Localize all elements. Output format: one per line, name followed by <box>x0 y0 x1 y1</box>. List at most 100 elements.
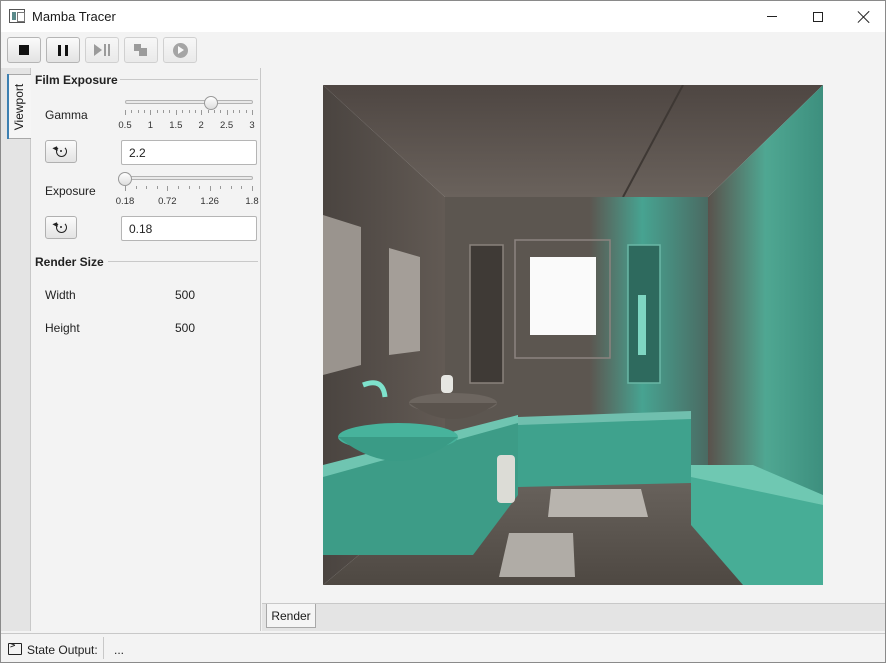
slider-major-tick <box>209 186 211 191</box>
film-exposure-divider <box>120 79 258 80</box>
slider-tick-label: 0.72 <box>158 196 177 207</box>
render-region-icon <box>134 44 148 56</box>
tab-render-label: Render <box>271 608 311 623</box>
console-icon <box>8 641 22 655</box>
slider-minor-tick <box>182 110 184 113</box>
gamma-field[interactable]: 2.2 <box>121 140 257 165</box>
slider-tick-label: 1 <box>147 120 154 131</box>
maximize-icon <box>813 11 823 22</box>
slider-minor-tick <box>230 186 232 189</box>
maximize-button[interactable] <box>795 1 841 32</box>
slider-tick-label: 1.26 <box>200 196 219 207</box>
step-play-button[interactable] <box>85 37 119 63</box>
slider-major-tick <box>201 110 203 115</box>
gamma-label: Gamma <box>45 108 88 122</box>
slider-tick-label: 2.5 <box>219 120 234 131</box>
slider-tick-label: 1.8 <box>245 196 259 207</box>
slider-tick-label: 0.5 <box>118 120 132 131</box>
slider-major-tick <box>167 186 169 191</box>
step-play-icon <box>94 44 110 56</box>
width-value: 500 <box>175 288 196 302</box>
slider-minor-tick <box>199 186 201 189</box>
rendered-image <box>323 85 823 585</box>
stop-button[interactable] <box>7 37 41 63</box>
close-button[interactable] <box>841 1 886 32</box>
play-button[interactable] <box>163 37 197 63</box>
render-size-divider <box>108 261 258 262</box>
slider-minor-tick <box>241 186 243 189</box>
bathroom-render <box>323 85 823 585</box>
slider-tick-label: 3 <box>249 120 255 131</box>
slider-minor-tick <box>144 110 146 113</box>
slider-major-tick <box>125 186 126 191</box>
tab-render[interactable]: Render <box>266 604 316 628</box>
slider-minor-tick <box>156 110 158 113</box>
slider-minor-tick <box>135 186 137 189</box>
close-icon <box>858 11 870 23</box>
exposure-slider[interactable]: 0.18 0.72 1.26 1.8 <box>116 172 259 207</box>
width-label: Width <box>45 288 76 302</box>
window-title: Mamba Tracer <box>32 9 116 24</box>
slider-minor-tick <box>207 110 209 113</box>
slider-tick-label: 2 <box>198 120 204 131</box>
tab-viewport-label: Viewport <box>12 83 27 130</box>
slider-tick-label: 1.5 <box>169 120 183 131</box>
exposure-slider-track <box>125 176 253 180</box>
slider-minor-tick <box>131 110 133 113</box>
reset-icon <box>55 222 67 233</box>
title-bar: Mamba Tracer <box>1 1 885 32</box>
reset-icon <box>55 146 67 157</box>
slider-major-tick <box>252 186 253 191</box>
exposure-field[interactable]: 0.18 <box>121 216 257 241</box>
status-text: ... <box>114 643 125 657</box>
slider-minor-tick <box>220 110 222 113</box>
render-region-button[interactable] <box>124 37 158 63</box>
slider-minor-tick <box>188 110 190 113</box>
gamma-reset-button[interactable] <box>45 140 77 163</box>
slider-minor-tick <box>213 110 215 113</box>
status-label: State Output: <box>27 643 98 657</box>
slider-minor-tick <box>156 186 158 189</box>
slider-minor-tick <box>194 110 196 113</box>
toolbar <box>1 32 885 68</box>
gamma-slider-track <box>125 100 253 104</box>
slider-minor-tick <box>220 186 222 189</box>
height-label: Height <box>45 321 80 335</box>
bottom-tab-strip: Render <box>262 603 885 631</box>
slider-minor-tick <box>239 110 241 113</box>
slider-minor-tick <box>163 110 165 113</box>
exposure-label: Exposure <box>45 184 96 198</box>
exposure-slider-thumb[interactable] <box>118 172 132 186</box>
gamma-slider-thumb[interactable] <box>204 96 219 110</box>
slider-minor-tick <box>232 110 234 113</box>
slider-minor-tick <box>245 110 247 113</box>
height-value: 500 <box>175 321 196 335</box>
stop-icon <box>19 45 29 55</box>
gamma-ticks: 0.5 1 1.5 2 2.5 3 <box>118 110 255 131</box>
side-tab-strip: Viewport <box>1 68 31 631</box>
exposure-reset-button[interactable] <box>45 216 77 239</box>
render-view <box>262 68 885 603</box>
viewport-panel: Film Exposure Gamma 0.5 1 1.5 2 2.5 3 2.2 Exp… <box>32 68 261 631</box>
slider-minor-tick <box>169 110 171 113</box>
exposure-ticks: 0.18 0.72 1.26 1.8 <box>116 186 259 207</box>
slider-minor-tick <box>177 186 179 189</box>
film-exposure-title: Film Exposure <box>35 73 118 87</box>
play-circle-icon <box>172 42 188 58</box>
minimize-button[interactable] <box>749 1 795 32</box>
slider-major-tick <box>252 110 253 115</box>
status-divider <box>103 637 104 659</box>
pause-icon <box>58 44 68 56</box>
app-icon <box>9 9 25 23</box>
pause-button[interactable] <box>46 37 80 63</box>
slider-minor-tick <box>137 110 139 113</box>
slider-minor-tick <box>188 186 190 189</box>
gamma-slider[interactable]: 0.5 1 1.5 2 2.5 3 <box>118 96 255 131</box>
status-bar: State Output: ... <box>1 633 885 662</box>
slider-major-tick <box>226 110 228 115</box>
slider-major-tick <box>125 110 126 115</box>
tab-viewport[interactable]: Viewport <box>7 74 31 139</box>
minimize-icon <box>767 16 777 17</box>
slider-major-tick <box>175 110 177 115</box>
render-size-title: Render Size <box>35 255 104 269</box>
